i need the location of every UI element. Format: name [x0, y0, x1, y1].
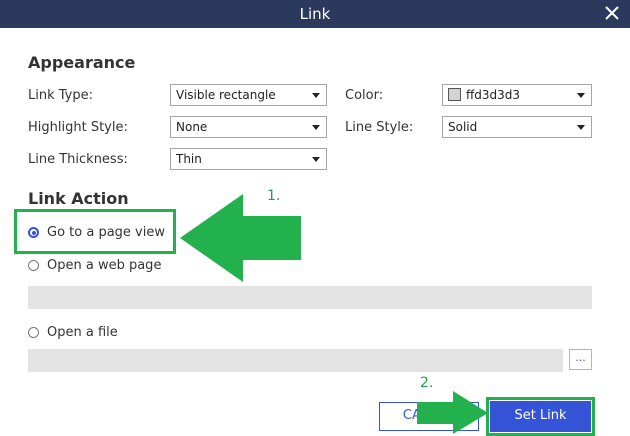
chevron-down-icon: [577, 93, 585, 98]
annotation-step-2: 2.: [420, 375, 434, 391]
annotation-arrow-icon: [180, 194, 301, 282]
color-swatch: [448, 88, 461, 101]
highlight-style-select[interactable]: None: [170, 116, 327, 138]
go-to-page-view-label[interactable]: Go to a page view: [47, 225, 165, 240]
line-style-label: Line Style:: [345, 120, 414, 135]
annotation-arrow-icon: [417, 391, 488, 434]
annotation-highlight-box: [486, 397, 595, 436]
dialog-title: Link: [299, 5, 331, 23]
radio-go-to-page-view[interactable]: [28, 227, 39, 238]
browse-button[interactable]: ...: [569, 349, 592, 370]
open-web-page-label[interactable]: Open a web page: [47, 258, 161, 273]
link-action-heading: Link Action: [28, 189, 129, 208]
radio-open-web-page[interactable]: [28, 260, 39, 271]
link-type-value: Visible rectangle: [176, 88, 276, 102]
line-style-select[interactable]: Solid: [442, 116, 592, 138]
chevron-down-icon: [577, 125, 585, 130]
close-icon[interactable]: [602, 3, 622, 23]
highlight-style-value: None: [176, 120, 208, 134]
link-type-select[interactable]: Visible rectangle: [170, 84, 327, 106]
file-path-input[interactable]: [28, 349, 563, 372]
chevron-down-icon: [312, 93, 320, 98]
open-file-label[interactable]: Open a file: [47, 325, 118, 340]
highlight-style-label: Highlight Style:: [28, 120, 128, 135]
color-value: ffd3d3d3: [466, 88, 521, 102]
web-page-url-input[interactable]: [28, 286, 592, 309]
line-thickness-value: Thin: [176, 152, 202, 166]
chevron-down-icon: [312, 125, 320, 130]
radio-open-file[interactable]: [28, 327, 39, 338]
color-label: Color:: [345, 88, 384, 103]
line-thickness-select[interactable]: Thin: [170, 148, 327, 170]
line-thickness-label: Line Thickness:: [28, 152, 128, 167]
appearance-heading: Appearance: [28, 53, 136, 72]
line-style-value: Solid: [448, 120, 478, 134]
link-type-label: Link Type:: [28, 88, 93, 103]
color-select[interactable]: ffd3d3d3: [442, 84, 592, 106]
chevron-down-icon: [312, 157, 320, 162]
